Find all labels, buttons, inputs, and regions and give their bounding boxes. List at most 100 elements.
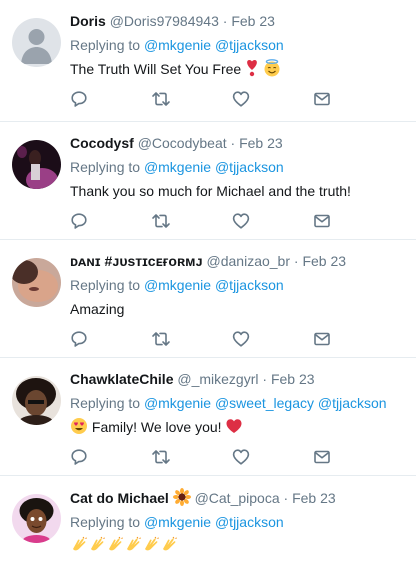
- mention-link[interactable]: @sweet_legacy: [215, 395, 314, 411]
- direct-message-icon: [314, 332, 330, 346]
- mention-link[interactable]: @tjjackson: [215, 514, 284, 530]
- tweet-date[interactable]: Feb 23: [231, 13, 275, 29]
- red-heart-icon: [225, 417, 243, 435]
- user-handle[interactable]: @Cat_pipoca: [195, 490, 280, 506]
- user-avatar-image: [12, 258, 61, 307]
- tweet-date[interactable]: Feb 23: [302, 253, 346, 269]
- user-handle[interactable]: @Cocodybeat: [138, 135, 227, 151]
- sunflower-icon: [172, 488, 191, 506]
- reply-button[interactable]: [70, 89, 151, 109]
- like-icon: [232, 91, 250, 107]
- tweet-header: Cat do Michael @Cat_pipoca · Feb 23: [70, 488, 404, 508]
- mention-link[interactable]: @tjjackson: [215, 37, 284, 53]
- tweet-text-content: Amazing: [70, 301, 125, 317]
- tweet-text-content: Thank you so much for Michael and the tr…: [70, 183, 351, 199]
- tweet-header: Cocodysf @Cocodybeat · Feb 23: [70, 134, 404, 153]
- mention-link[interactable]: @mkgenie: [144, 514, 211, 530]
- direct-message-button[interactable]: [313, 447, 394, 467]
- reply-icon: [71, 331, 87, 347]
- direct-message-button[interactable]: [313, 329, 394, 349]
- user-handle[interactable]: @Doris97984943: [110, 13, 219, 29]
- direct-message-icon: [314, 214, 330, 228]
- tweet-text: Amazing: [70, 299, 404, 319]
- clapping-hands-icon: [70, 536, 88, 554]
- tweet-text-content: Family! We love you!: [91, 419, 222, 435]
- mention-link[interactable]: @tjjackson: [215, 159, 284, 175]
- like-icon: [232, 213, 250, 229]
- replying-label: Replying to: [70, 514, 141, 530]
- separator: ·: [222, 13, 228, 29]
- retweet-button[interactable]: [151, 89, 232, 109]
- direct-message-button[interactable]: [313, 89, 394, 109]
- like-icon: [232, 449, 250, 465]
- tweet-date[interactable]: Feb 23: [271, 371, 315, 387]
- tweet-text: Family! We love you!: [70, 417, 404, 437]
- avatar[interactable]: [12, 258, 61, 307]
- display-name[interactable]: Cat do Michael: [70, 490, 169, 506]
- like-button[interactable]: [232, 211, 313, 231]
- like-button[interactable]: [232, 447, 313, 467]
- tweet-text: [70, 536, 404, 556]
- mention-link[interactable]: @mkgenie: [144, 159, 211, 175]
- heart-eyes-face-icon: [70, 417, 88, 435]
- separator: ·: [293, 253, 299, 269]
- display-name[interactable]: ChawklateChile: [70, 371, 173, 387]
- avatar[interactable]: [12, 18, 61, 67]
- user-avatar-image: [12, 376, 61, 425]
- user-handle[interactable]: @_mikezgyrl: [177, 371, 258, 387]
- clapping-hands-icon: [160, 536, 178, 554]
- like-button[interactable]: [232, 329, 313, 349]
- tweet[interactable]: Cat do Michael @Cat_pipoca · Feb 23 Repl…: [0, 476, 416, 561]
- retweet-button[interactable]: [151, 329, 232, 349]
- separator: ·: [262, 371, 268, 387]
- mention-link[interactable]: @mkgenie: [144, 395, 211, 411]
- direct-message-icon: [314, 450, 330, 464]
- tweet-text: The Truth Will Set You Free: [70, 59, 404, 79]
- reply-icon: [71, 449, 87, 465]
- direct-message-icon: [314, 92, 330, 106]
- retweet-button[interactable]: [151, 447, 232, 467]
- tweet-header: ᴅᴀɴɪ #ᴊᴜsᴛɪᴄᴇғᴏʀᴍᴊ @danizao_br · Feb 23: [70, 252, 404, 271]
- separator: ·: [230, 135, 236, 151]
- default-avatar-icon: [12, 18, 61, 67]
- clapping-hands-icon: [88, 536, 106, 554]
- smiling-face-with-halo-icon: [263, 59, 281, 77]
- tweet[interactable]: Doris @Doris97984943 · Feb 23 Replying t…: [0, 0, 416, 122]
- tweet-reply-feed: Doris @Doris97984943 · Feb 23 Replying t…: [0, 0, 416, 561]
- user-handle[interactable]: @danizao_br: [207, 253, 291, 269]
- heavy-heart-exclamation-icon: [245, 59, 259, 77]
- replying-label: Replying to: [70, 37, 141, 53]
- reply-button[interactable]: [70, 447, 151, 467]
- replying-to: Replying to @mkgenie @tjjackson: [70, 512, 404, 532]
- like-icon: [232, 331, 250, 347]
- tweet[interactable]: Cocodysf @Cocodybeat · Feb 23 Replying t…: [0, 122, 416, 240]
- reply-button[interactable]: [70, 329, 151, 349]
- mention-link[interactable]: @mkgenie: [144, 37, 211, 53]
- clapping-hands-icon: [142, 536, 160, 554]
- tweet-date[interactable]: Feb 23: [292, 490, 336, 506]
- tweet-actions: [70, 437, 404, 477]
- user-avatar-image: [12, 494, 61, 543]
- mention-link[interactable]: @tjjackson: [318, 395, 387, 411]
- retweet-icon: [152, 214, 170, 228]
- mention-link[interactable]: @tjjackson: [215, 277, 284, 293]
- reply-button[interactable]: [70, 211, 151, 231]
- replying-label: Replying to: [70, 277, 141, 293]
- display-name[interactable]: Cocodysf: [70, 135, 134, 151]
- tweet[interactable]: ChawklateChile @_mikezgyrl · Feb 23 Repl…: [0, 358, 416, 476]
- direct-message-button[interactable]: [313, 211, 394, 231]
- reply-icon: [71, 213, 87, 229]
- like-button[interactable]: [232, 89, 313, 109]
- mention-link[interactable]: @mkgenie: [144, 277, 211, 293]
- replying-to: Replying to @mkgenie @tjjackson: [70, 35, 404, 55]
- replying-label: Replying to: [70, 395, 141, 411]
- avatar[interactable]: [12, 140, 61, 189]
- retweet-button[interactable]: [151, 211, 232, 231]
- avatar[interactable]: [12, 494, 61, 543]
- avatar[interactable]: [12, 376, 61, 425]
- display-name[interactable]: Doris: [70, 13, 106, 29]
- tweet[interactable]: ᴅᴀɴɪ #ᴊᴜsᴛɪᴄᴇғᴏʀᴍᴊ @danizao_br · Feb 23 …: [0, 240, 416, 358]
- tweet-date[interactable]: Feb 23: [239, 135, 283, 151]
- retweet-icon: [152, 450, 170, 464]
- display-name[interactable]: ᴅᴀɴɪ #ᴊᴜsᴛɪᴄᴇғᴏʀᴍᴊ: [70, 253, 203, 269]
